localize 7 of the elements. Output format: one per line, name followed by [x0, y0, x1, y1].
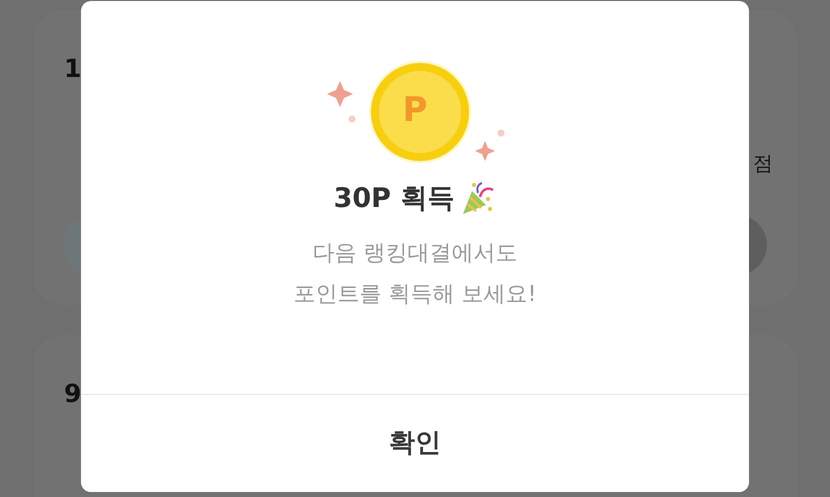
- rank-number: 9: [64, 379, 82, 408]
- rank-number: 1: [64, 54, 82, 83]
- dialog-title: 30P 획득: [334, 182, 454, 216]
- dialog-message: 다음 랭킹대결에서도: [312, 240, 518, 268]
- dialog-message: 포인트를 획득해 보세요!: [294, 280, 536, 308]
- score-unit: 점: [753, 150, 773, 177]
- coin-letter: P: [402, 93, 428, 127]
